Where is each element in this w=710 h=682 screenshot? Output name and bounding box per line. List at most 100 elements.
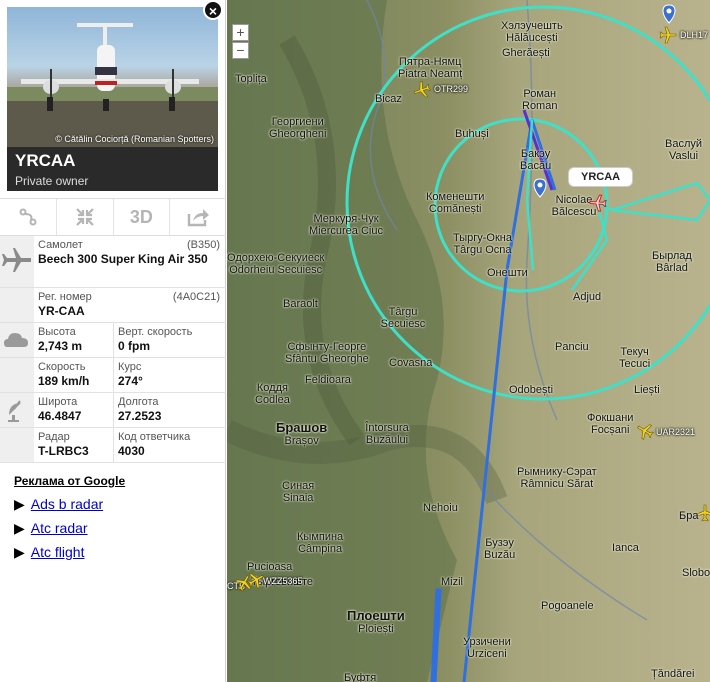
city-name: Меркуря-Чук — [313, 213, 379, 225]
speed-value: 189 km/h — [38, 374, 90, 388]
aircraft-marker-icon[interactable] — [235, 574, 253, 592]
squawk-value: 4030 — [118, 444, 145, 458]
ad-link-atc-radar[interactable]: ▶ Atc radar — [14, 520, 125, 537]
aircraft-label[interactable]: DLH17 — [680, 30, 708, 40]
aircraft-photo: © Cătălin Cociorță (Romanian Spotters) — [7, 7, 218, 147]
route-button[interactable] — [0, 199, 57, 235]
city-name: Онешти — [487, 267, 528, 279]
city-name: Toplița — [235, 73, 267, 85]
plane-icon — [2, 248, 31, 272]
zoom-in-button[interactable]: + — [232, 24, 249, 41]
city-label: Текуч Tecuci — [619, 346, 650, 370]
city-name: Baraolt — [283, 298, 318, 310]
city-subname: Vaslui — [668, 150, 699, 162]
share-button[interactable] — [170, 199, 226, 235]
city-label: Întorsura Buzăului — [357, 422, 417, 446]
altitude-label: Высота — [38, 326, 76, 338]
city-name: Кымпина — [297, 531, 344, 543]
city-subname: Buzău — [484, 549, 516, 561]
flight-map[interactable]: + − Пятра-Нямц Piatra Neamț Bicaz Роман Ro… — [227, 0, 710, 682]
city-name: Târgu Secuiesc — [380, 306, 426, 330]
radar-icon-bg — [0, 393, 34, 427]
aircraft-type-cell: Самолет Beech 300 Super King Air 350 (B3… — [34, 236, 226, 287]
close-icon[interactable]: × — [203, 0, 223, 20]
city-label: Târgu Secuiesc — [378, 306, 428, 330]
3d-view-button[interactable]: 3D — [114, 199, 171, 235]
city-subname: Odorheiu Secuiesc — [229, 264, 323, 276]
aircraft-marker-icon[interactable] — [636, 422, 654, 440]
ad-link-atc-flight[interactable]: ▶ Atc flight — [14, 544, 125, 561]
city-name: Коменешти — [426, 191, 485, 203]
collapse-button[interactable] — [57, 199, 114, 235]
cloud-icon — [4, 333, 28, 347]
city-label: Țăndărei — [651, 668, 694, 680]
city-subname: Comănești — [428, 203, 482, 215]
city-name: Одорхею-Секуиеск — [227, 252, 325, 264]
city-label: Георгиени Gheorgheni — [269, 116, 327, 140]
track-label: Курс — [118, 361, 142, 373]
city-name: Panciu — [555, 341, 589, 353]
squawk-label: Код ответчика — [118, 431, 191, 443]
city-name: Рымнику-Сэрат — [517, 466, 597, 478]
speed-icon-bg — [0, 358, 34, 392]
city-label: Бырлад Bârlad — [652, 250, 692, 274]
aircraft-marker-icon[interactable] — [413, 81, 431, 99]
latitude-cell: Широта 46.4847 — [34, 393, 114, 427]
city-name: Хэлэучешть — [501, 20, 563, 32]
selected-aircraft-icon[interactable] — [589, 194, 607, 212]
aircraft-label[interactable]: OTR299 — [434, 84, 468, 94]
city-name: Бузэу — [485, 537, 514, 549]
city-label: Gherăești — [502, 47, 550, 59]
city-subname: Hălăucești — [506, 32, 558, 44]
aircraft-label[interactable]: WZZ5365 — [263, 576, 303, 586]
altitude-row: Высота 2,743 m Верт. скорость 0 fpm — [0, 323, 226, 358]
longitude-cell: Долгота 27.2523 — [114, 393, 226, 427]
city-label: Mizil — [441, 576, 463, 588]
location-pin-icon[interactable] — [662, 4, 676, 24]
city-label: Pogoanele — [541, 600, 594, 612]
ads-section: Реклама от Google ▶ Ads b radar ▶ Atc rada… — [14, 474, 125, 568]
city-label: Nehoiu — [423, 502, 458, 514]
zoom-out-button[interactable]: − — [232, 42, 249, 59]
vspeed-label: Верт. скорость — [118, 326, 193, 338]
track-value: 274° — [118, 374, 143, 388]
city-label: Adjud — [573, 291, 601, 303]
city-label: Buhuși — [455, 128, 489, 140]
aircraft-value: Beech 300 Super King Air 350 — [38, 252, 208, 266]
city-name: Feldioara — [305, 374, 351, 386]
aircraft-section-icon-bg — [0, 236, 34, 287]
city-label: Бузэу Buzău — [484, 537, 515, 561]
selected-aircraft-tag[interactable]: YRCAA — [568, 167, 634, 187]
city-name: Mizil — [441, 576, 463, 588]
city-name: Slobozia — [682, 567, 710, 579]
city-label: Liești — [634, 384, 660, 396]
city-name: Пятра-Нямц — [398, 56, 462, 68]
city-label: Тыргу-Окна Târgu Ocna — [453, 232, 512, 256]
city-name: Урзичени — [463, 636, 511, 648]
city-name: Роман — [523, 88, 557, 100]
ad-link-ads-b-radar[interactable]: ▶ Ads b radar — [14, 496, 125, 513]
city-subname: Miercurea Ciuc — [309, 225, 383, 237]
city-name: Gherăești — [502, 47, 550, 59]
location-pin-icon[interactable] — [533, 178, 547, 198]
route-icon — [19, 208, 37, 226]
aircraft-label[interactable]: UAR2321 — [656, 427, 695, 437]
ad-link-label: Ads b radar — [30, 496, 104, 512]
city-label: Ianca — [612, 542, 639, 554]
city-name: Odobești — [509, 384, 554, 396]
aircraft-marker-icon[interactable] — [659, 26, 677, 44]
city-subname: Câmpina — [298, 543, 343, 555]
ads-title[interactable]: Реклама от Google — [14, 474, 125, 488]
city-subname: Urziceni — [467, 648, 507, 660]
city-label: Сфынту-Георге Sfântu Gheorghe — [285, 341, 369, 365]
lat-value: 46.4847 — [38, 409, 82, 423]
city-label: Рымнику-Сэрат Râmnicu Sărat — [517, 466, 597, 490]
speed-row: Скорость 189 km/h Курс 274° — [0, 358, 226, 393]
registration-cell: Рег. номер YR-CAA (4A0C21) — [34, 288, 226, 322]
radar-value: T-LRBC3 — [38, 444, 89, 458]
city-label: Odobești — [509, 384, 553, 396]
city-label: Одорхею-Секуиеск Odorheiu Secuiesc — [227, 252, 324, 276]
aircraft-photo-image — [7, 23, 218, 147]
aircraft-label[interactable]: Бра — [679, 510, 698, 522]
city-subname: Râmnicu Sărat — [520, 478, 594, 490]
